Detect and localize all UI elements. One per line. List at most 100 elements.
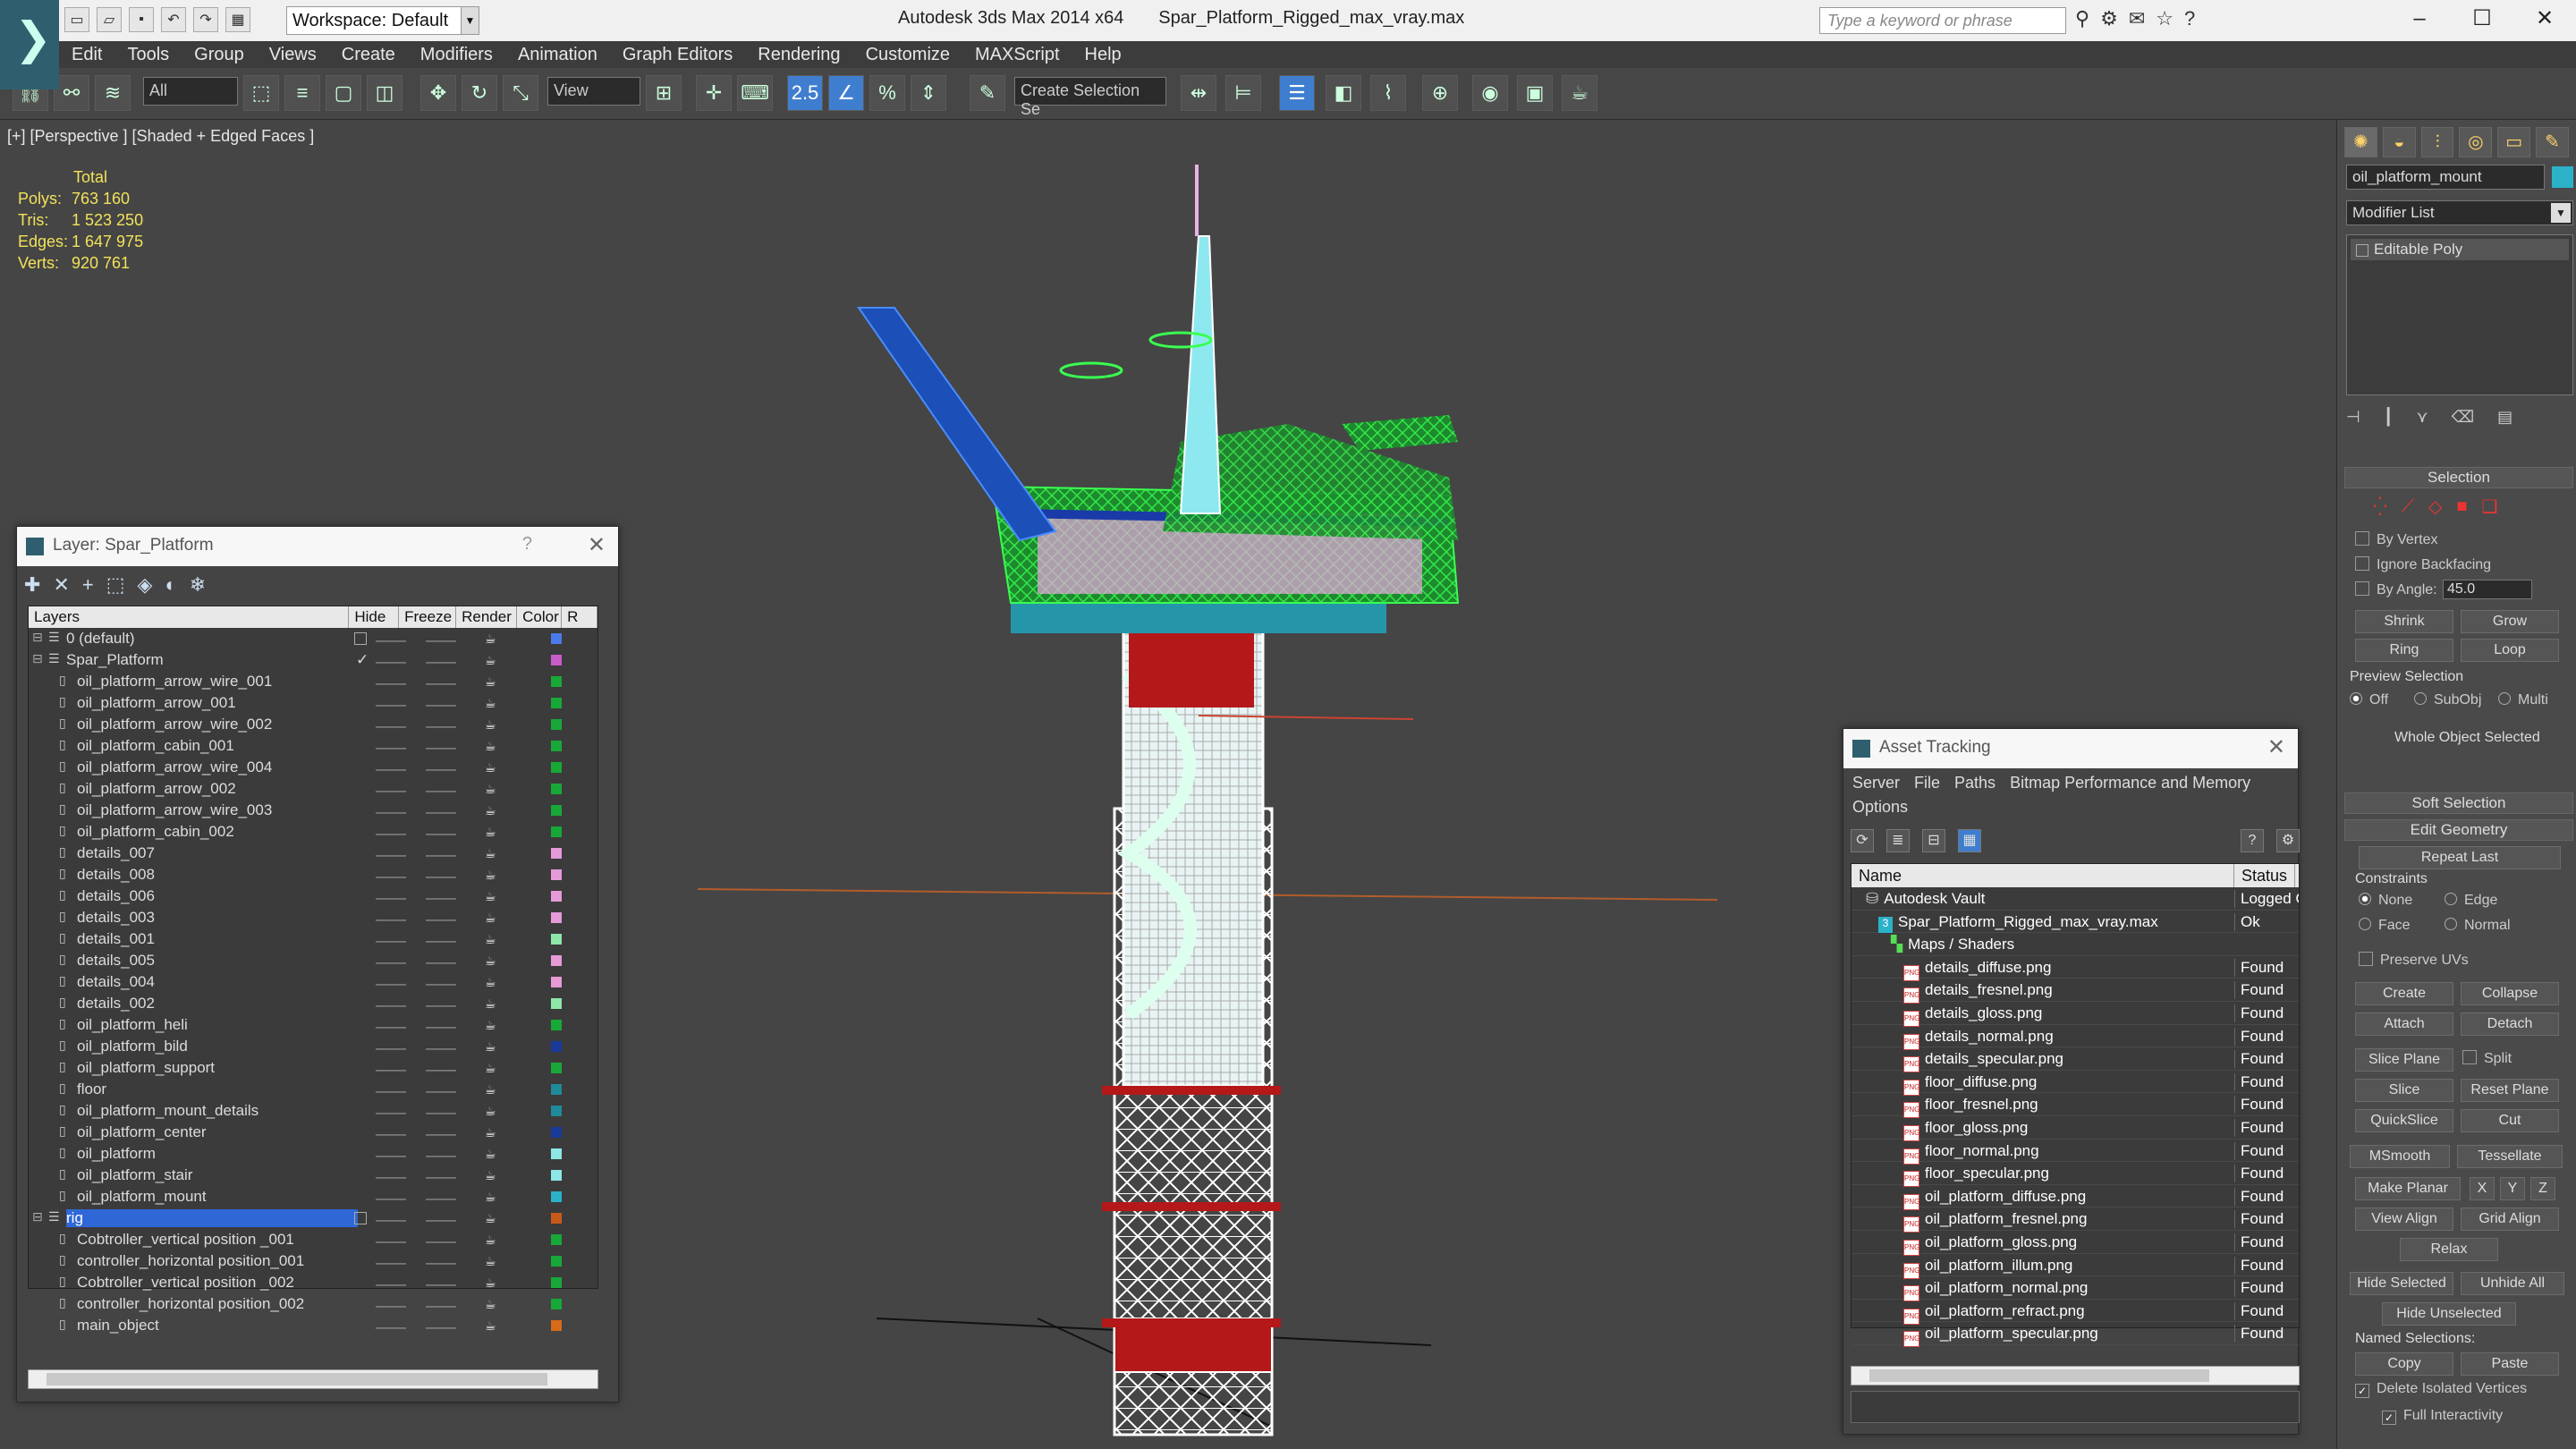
freeze-toggle[interactable]: —— bbox=[426, 1233, 456, 1250]
minimize-button[interactable]: – bbox=[2388, 0, 2451, 38]
expand-icon[interactable]: ⊟ bbox=[32, 651, 43, 666]
hide-toggle[interactable]: —— bbox=[376, 1147, 406, 1165]
hide-toggle[interactable]: —— bbox=[376, 1125, 406, 1143]
asset-row[interactable]: ⛁ Autodesk Vault Logged O bbox=[1852, 887, 2299, 911]
constraint-none-radio[interactable]: None bbox=[2359, 893, 2412, 909]
binoculars-icon[interactable]: ⚲ bbox=[2075, 7, 2089, 30]
hide-selected-button[interactable]: Hide Selected bbox=[2350, 1272, 2453, 1295]
reference-coord-dropdown[interactable]: View bbox=[547, 77, 640, 106]
angle-snap-icon[interactable]: ∠ bbox=[828, 75, 864, 111]
hide-toggle[interactable]: —— bbox=[376, 1190, 406, 1208]
layer-color-swatch[interactable] bbox=[551, 1191, 562, 1202]
help-icon[interactable]: ? bbox=[2184, 7, 2195, 30]
planar-y-button[interactable]: Y bbox=[2500, 1177, 2525, 1200]
named-selection-dropdown[interactable]: Create Selection Se bbox=[1014, 77, 1166, 118]
layer-color-swatch[interactable] bbox=[551, 912, 562, 923]
render-teapot-icon[interactable]: ☕ bbox=[485, 1318, 496, 1334]
communication-icon[interactable]: ✉ bbox=[2129, 7, 2145, 30]
render-teapot-icon[interactable]: ☕ bbox=[485, 889, 496, 904]
render-teapot-icon[interactable]: ☕ bbox=[485, 1039, 496, 1055]
curve-editor-icon[interactable]: ⌇ bbox=[1370, 75, 1406, 111]
full-interactivity-checkbox[interactable]: Full Interactivity bbox=[2382, 1408, 2503, 1425]
spinner-snap-icon[interactable]: ⇕ bbox=[911, 75, 946, 111]
asset-row[interactable]: PNG oil_platform_fresnel.png Found bbox=[1852, 1208, 2299, 1233]
modify-tab-icon[interactable]: ◒ bbox=[2382, 127, 2416, 157]
layer-manager-icon[interactable]: ☰ bbox=[1279, 75, 1315, 111]
favorites-icon[interactable]: ☆ bbox=[2156, 7, 2174, 30]
render-teapot-icon[interactable]: ☕ bbox=[485, 868, 496, 883]
hide-toggle[interactable]: —— bbox=[376, 1104, 406, 1122]
layer-color-swatch[interactable] bbox=[551, 891, 562, 902]
ring-button[interactable]: Ring bbox=[2355, 639, 2453, 662]
hide-toggle[interactable]: —— bbox=[376, 1039, 406, 1057]
freeze-toggle[interactable]: —— bbox=[426, 1211, 456, 1229]
new-file-icon[interactable]: ▭ bbox=[64, 7, 89, 32]
asset-row[interactable]: PNG details_gloss.png Found bbox=[1852, 1002, 2299, 1027]
layer-color-swatch[interactable] bbox=[551, 1041, 562, 1052]
layer-color-swatch[interactable] bbox=[551, 1234, 562, 1245]
freeze-toggle[interactable]: —— bbox=[426, 911, 456, 928]
render-teapot-icon[interactable]: ☕ bbox=[485, 1082, 496, 1097]
layer-color-swatch[interactable] bbox=[551, 826, 562, 837]
freeze-toggle[interactable]: —— bbox=[426, 803, 456, 821]
asset-row[interactable]: PNG oil_platform_specular.png Found bbox=[1852, 1322, 2299, 1348]
render-teapot-icon[interactable]: ☕ bbox=[485, 1190, 496, 1205]
layer-row[interactable]: ▯ oil_platform_cabin_002 —— —— ☕ bbox=[29, 821, 597, 843]
layer-color-swatch[interactable] bbox=[551, 698, 562, 708]
pivot-icon[interactable]: ⊞ bbox=[646, 75, 682, 111]
active-layer-checkbox[interactable] bbox=[354, 1212, 367, 1224]
grow-button[interactable]: Grow bbox=[2461, 610, 2559, 633]
view-align-button[interactable]: View Align bbox=[2355, 1208, 2453, 1231]
render-teapot-icon[interactable]: ☕ bbox=[485, 1297, 496, 1312]
render-teapot-icon[interactable]: ☕ bbox=[485, 1125, 496, 1140]
tessellate-button[interactable]: Tessellate bbox=[2457, 1145, 2563, 1168]
layer-color-swatch[interactable] bbox=[551, 784, 562, 794]
constraint-edge-radio[interactable]: Edge bbox=[2445, 893, 2497, 909]
hide-toggle[interactable]: —— bbox=[376, 760, 406, 778]
freeze-toggle[interactable]: —— bbox=[426, 1061, 456, 1079]
layer-row[interactable]: ▯ floor —— —— ☕ bbox=[29, 1079, 597, 1100]
edit-geometry-rollout[interactable]: Edit Geometry bbox=[2344, 819, 2573, 841]
slice-plane-button[interactable]: Slice Plane bbox=[2355, 1048, 2453, 1072]
render-teapot-icon[interactable]: ☕ bbox=[485, 696, 496, 711]
preview-multi-radio[interactable]: Multi bbox=[2498, 692, 2548, 708]
menu-item-group[interactable]: Group bbox=[182, 41, 257, 68]
paste-button[interactable]: Paste bbox=[2461, 1352, 2559, 1376]
menu-item-tools[interactable]: Tools bbox=[114, 41, 182, 68]
select-in-layer-icon[interactable]: ⬚ bbox=[106, 573, 125, 597]
by-vertex-checkbox[interactable]: By Vertex bbox=[2355, 531, 2437, 548]
help-icon[interactable]: ? bbox=[2241, 829, 2264, 852]
unhide-all-button[interactable]: Unhide All bbox=[2461, 1272, 2564, 1295]
make-unique-icon[interactable]: ⋎ bbox=[2417, 408, 2428, 427]
freeze-toggle[interactable]: —— bbox=[426, 1039, 456, 1057]
hide-toggle[interactable]: —— bbox=[376, 1297, 406, 1315]
constraint-face-radio[interactable]: Face bbox=[2359, 918, 2411, 934]
asset-row[interactable]: PNG details_normal.png Found bbox=[1852, 1025, 2299, 1050]
col-name[interactable]: Name bbox=[1852, 864, 2234, 887]
layer-row[interactable]: ▯ oil_platform_center —— —— ☕ bbox=[29, 1122, 597, 1143]
menu-item-modifiers[interactable]: Modifiers bbox=[408, 41, 505, 68]
freeze-toggle[interactable]: —— bbox=[426, 1190, 456, 1208]
hide-toggle[interactable]: —— bbox=[376, 1254, 406, 1272]
asset-row[interactable]: PNG floor_gloss.png Found bbox=[1852, 1116, 2299, 1141]
asset-row[interactable]: PNG floor_specular.png Found bbox=[1852, 1162, 2299, 1188]
motion-tab-icon[interactable]: ◎ bbox=[2459, 127, 2493, 157]
make-planar-button[interactable]: Make Planar bbox=[2355, 1177, 2461, 1200]
hide-toggle[interactable]: —— bbox=[376, 674, 406, 692]
freeze-toggle[interactable]: —— bbox=[426, 825, 456, 843]
asset-menu-paths[interactable]: Paths bbox=[1954, 774, 1996, 792]
detach-button[interactable]: Detach bbox=[2461, 1013, 2559, 1036]
highlight-layer-icon[interactable]: ◈ bbox=[138, 573, 153, 597]
layer-row[interactable]: ▯ oil_platform_arrow_wire_001 —— —— ☕ bbox=[29, 671, 597, 692]
hide-toggle[interactable]: —— bbox=[376, 996, 406, 1014]
hide-toggle[interactable]: —— bbox=[376, 889, 406, 907]
freeze-toggle[interactable]: —— bbox=[426, 868, 456, 886]
freeze-toggle[interactable]: —— bbox=[426, 846, 456, 864]
layer-row[interactable]: ▯ oil_platform_mount_details —— —— ☕ bbox=[29, 1100, 597, 1122]
layer-col-layers[interactable]: Layers bbox=[29, 606, 350, 628]
hide-toggle[interactable]: —— bbox=[376, 717, 406, 735]
layer-color-swatch[interactable] bbox=[551, 1256, 562, 1267]
open-file-icon[interactable]: ▱ bbox=[97, 7, 122, 32]
render-teapot-icon[interactable]: ☕ bbox=[485, 1147, 496, 1162]
edge-icon[interactable]: ⟋ bbox=[2402, 496, 2414, 517]
